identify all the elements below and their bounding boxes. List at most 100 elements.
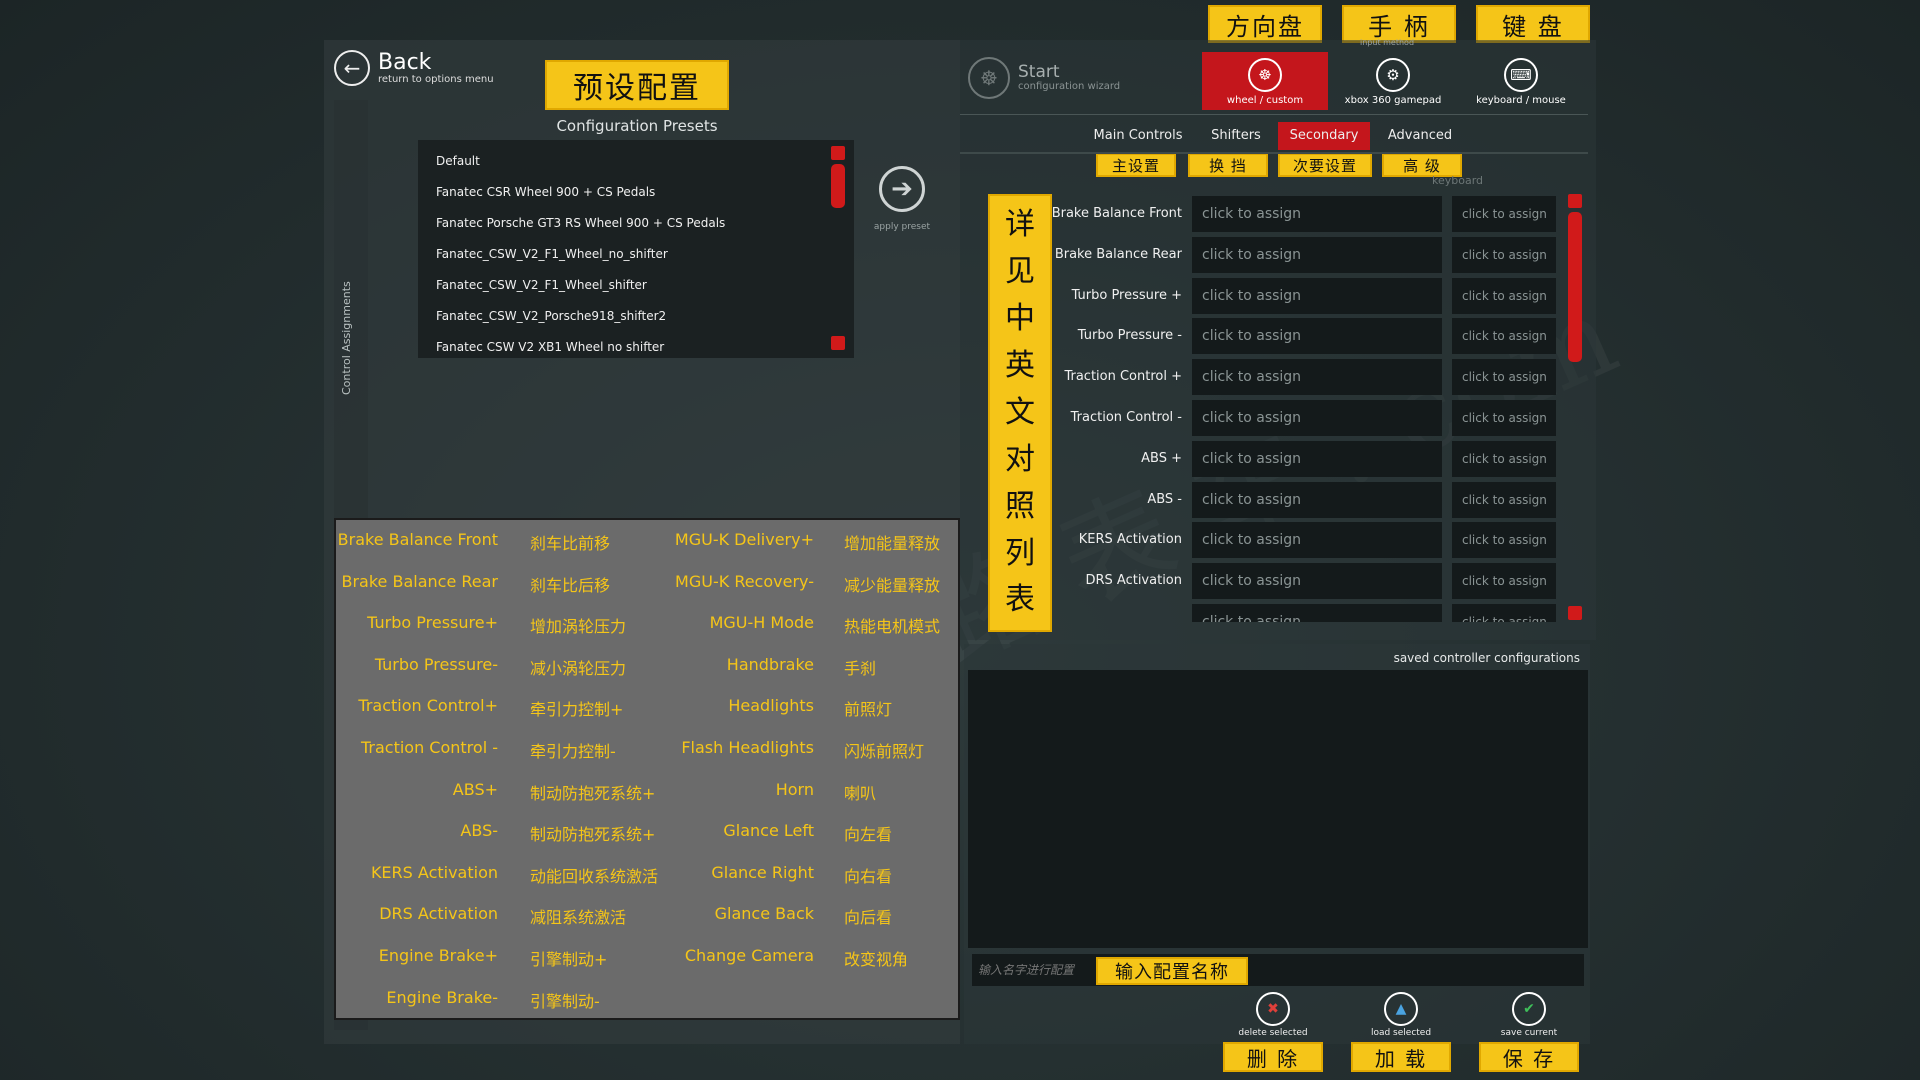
mapping-en-name-right: Headlights: [728, 696, 814, 716]
mapping-en-name-right: MGU-K Delivery+: [674, 530, 814, 549]
tab-cn-label: 次要设置: [1278, 153, 1372, 177]
save-button[interactable]: ✔ save current: [1474, 992, 1584, 1038]
mapping-en-name-right: Glance Left: [723, 821, 814, 841]
action-label: save current: [1500, 1028, 1558, 1038]
load-button[interactable]: ▲ load selected: [1346, 992, 1456, 1038]
scroll-down-button[interactable]: [831, 336, 845, 350]
vertical-note-char: 英: [1005, 348, 1035, 384]
start-wizard-button[interactable]: ☸ Start configuration wizard: [968, 57, 1120, 99]
mapping-row: DRS Activation 减阻系统激活 Glance Back 向后看: [336, 894, 958, 936]
input-method-label: wheel / custom: [1226, 95, 1304, 106]
assign-wheel-button[interactable]: click to assign: [1192, 318, 1442, 355]
input-method-steering-wheel[interactable]: ☸ wheel / custom: [1202, 52, 1328, 110]
mapping-en-name-left: ABS+: [452, 779, 498, 799]
mapping-cn-name-left: 制动防抱死系统+: [530, 783, 656, 803]
tab-shifters[interactable]: Shifters: [1196, 122, 1276, 150]
mapping-row: Traction Control - 牵引力控制- Flash Headlights…: [336, 728, 958, 770]
mapping-en-name-left: Turbo Pressure-: [374, 654, 498, 674]
input-method-keyboard[interactable]: ⌨ keyboard / mouse: [1458, 52, 1584, 110]
preset-list[interactable]: Default Fanatec CSR Wheel 900 + CS Pedals…: [418, 140, 854, 358]
assign-wheel-button[interactable]: click to assign: [1192, 522, 1442, 559]
assignment-label: ABS -: [1147, 491, 1182, 507]
action-cn-label: 删 除: [1223, 1042, 1323, 1072]
assign-keyboard-button[interactable]: click to assign: [1452, 522, 1556, 559]
assign-keyboard-button[interactable]: click to assign: [1452, 604, 1556, 622]
assign-wheel-button[interactable]: click to assign: [1192, 359, 1442, 396]
scroll-down-button[interactable]: [1568, 606, 1582, 620]
preset-item[interactable]: Fanatec_CSW_V2_Porsche918_shifter2: [418, 301, 854, 332]
config-name-input[interactable]: [972, 954, 1584, 986]
mapping-en-name-left: Traction Control -: [360, 738, 498, 757]
preset-item[interactable]: Fanatec CSW V2 XB1 Wheel no shifter: [418, 332, 854, 358]
apply-preset-button[interactable]: ➔: [879, 166, 925, 212]
delete-button[interactable]: ✖ delete selected: [1218, 992, 1328, 1038]
mapping-row: Brake Balance Rear 刹车比后移 MGU-K Recovery- 减少…: [336, 562, 958, 604]
wizard-subtitle: configuration wizard: [1018, 81, 1121, 92]
assign-keyboard-button[interactable]: click to assign: [1452, 359, 1556, 396]
preset-item[interactable]: Fanatec Porsche GT3 RS Wheel 900 + CS Pe…: [418, 208, 854, 239]
mapping-cn-name-right: 增加能量释放: [844, 534, 941, 553]
assign-wheel-button[interactable]: click to assign: [1192, 400, 1442, 436]
scroll-up-button[interactable]: [1568, 194, 1582, 208]
assign-wheel-button[interactable]: click to assign: [1192, 563, 1442, 600]
mapping-en-name-right: Handbrake: [726, 654, 814, 674]
mapping-row: ABS- 制动防抱死系统+ Glance Left 向左看: [336, 811, 958, 853]
preset-item[interactable]: Fanatec_CSW_V2_F1_Wheel_no_shifter: [418, 239, 854, 270]
mapping-cn-name-left: 引擎制动+: [530, 950, 608, 969]
mapping-cn-name-left: 减阻系统激活: [530, 908, 627, 928]
preset-item[interactable]: Fanatec_CSW_V2_F1_Wheel_shifter: [418, 270, 854, 301]
divider: [960, 152, 1588, 154]
assignment-label: Traction Control +: [1064, 369, 1182, 385]
input-method-label: keyboard / mouse: [1476, 95, 1566, 106]
assign-keyboard-button[interactable]: click to assign: [1452, 440, 1556, 477]
scroll-thumb[interactable]: [1568, 212, 1582, 362]
preset-scrollbar[interactable]: [831, 146, 845, 352]
back-button[interactable]: ← Back return to options menu: [334, 50, 494, 86]
assign-wheel-button[interactable]: click to assign: [1192, 277, 1442, 314]
assign-wheel-button[interactable]: click to assign: [1192, 604, 1442, 622]
saved-configs-list[interactable]: [968, 670, 1588, 948]
tab-advanced[interactable]: Advanced: [1380, 122, 1460, 150]
assign-keyboard-button[interactable]: click to assign: [1452, 481, 1556, 518]
mapping-cn-name-left: 刹车比后移: [530, 575, 611, 595]
scroll-thumb[interactable]: [831, 164, 845, 208]
assign-keyboard-button[interactable]: click to assign: [1452, 563, 1556, 600]
assignment-label: Traction Control -: [1070, 410, 1182, 425]
mapping-en-name-left: DRS Activation: [379, 904, 498, 924]
preset-item[interactable]: Default: [418, 146, 854, 177]
action-label: load selected: [1370, 1028, 1432, 1038]
assign-wheel-button[interactable]: click to assign: [1192, 196, 1442, 232]
assign-keyboard-button[interactable]: click to assign: [1452, 400, 1556, 436]
mapping-en-name-right: Horn: [775, 779, 814, 799]
mapping-en-name-right: Glance Back: [714, 904, 814, 924]
mapping-en-name-right: Change Camera: [684, 946, 814, 965]
mapping-cn-name-right: 前照灯: [844, 700, 893, 720]
assign-keyboard-button[interactable]: click to assign: [1452, 277, 1556, 314]
mapping-cn-name-right: 热能电机模式: [844, 617, 941, 637]
mapping-en-name-left: ABS-: [460, 821, 498, 841]
tab-main-controls[interactable]: Main Controls: [1088, 122, 1188, 150]
mapping-cn-name-left: 制动防抱死系统+: [530, 825, 656, 845]
assign-wheel-button[interactable]: click to assign: [1192, 481, 1442, 518]
assign-wheel-button[interactable]: click to assign: [1192, 440, 1442, 477]
assign-keyboard-button[interactable]: click to assign: [1452, 196, 1556, 232]
input-method-gamepad[interactable]: ⚙ xbox 360 gamepad: [1330, 52, 1456, 110]
assign-keyboard-button[interactable]: click to assign: [1452, 236, 1556, 273]
mapping-table: Brake Balance Front 刹车比前移 MGU-K Delivery+ 增…: [334, 518, 960, 1020]
preset-item[interactable]: Fanatec CSR Wheel 900 + CS Pedals: [418, 177, 854, 208]
arrow-right-icon: ➔: [891, 174, 913, 204]
tab-cn-label: 换 挡: [1188, 153, 1268, 177]
assign-keyboard-button[interactable]: click to assign: [1452, 318, 1556, 355]
assign-wheel-button[interactable]: click to assign: [1192, 236, 1442, 273]
mapping-row: ABS+ 制动防抱死系统+ Horn 喇叭: [336, 770, 958, 812]
vertical-note-char: 详: [1005, 207, 1035, 243]
tab-secondary[interactable]: Secondary: [1278, 122, 1370, 150]
assign-scrollbar[interactable]: [1568, 194, 1582, 622]
presets-cn-label: 预设配置: [545, 60, 729, 110]
scroll-up-button[interactable]: [831, 146, 845, 160]
gamepad-icon: ⚙: [1376, 58, 1410, 92]
load-icon: ▲: [1384, 992, 1418, 1026]
mapping-row: Engine Brake+ 引擎制动+ Change Camera 改变视角: [336, 936, 958, 978]
mapping-cn-name-left: 减小涡轮压力: [530, 658, 627, 678]
assignment-label: Turbo Pressure +: [1071, 287, 1182, 303]
